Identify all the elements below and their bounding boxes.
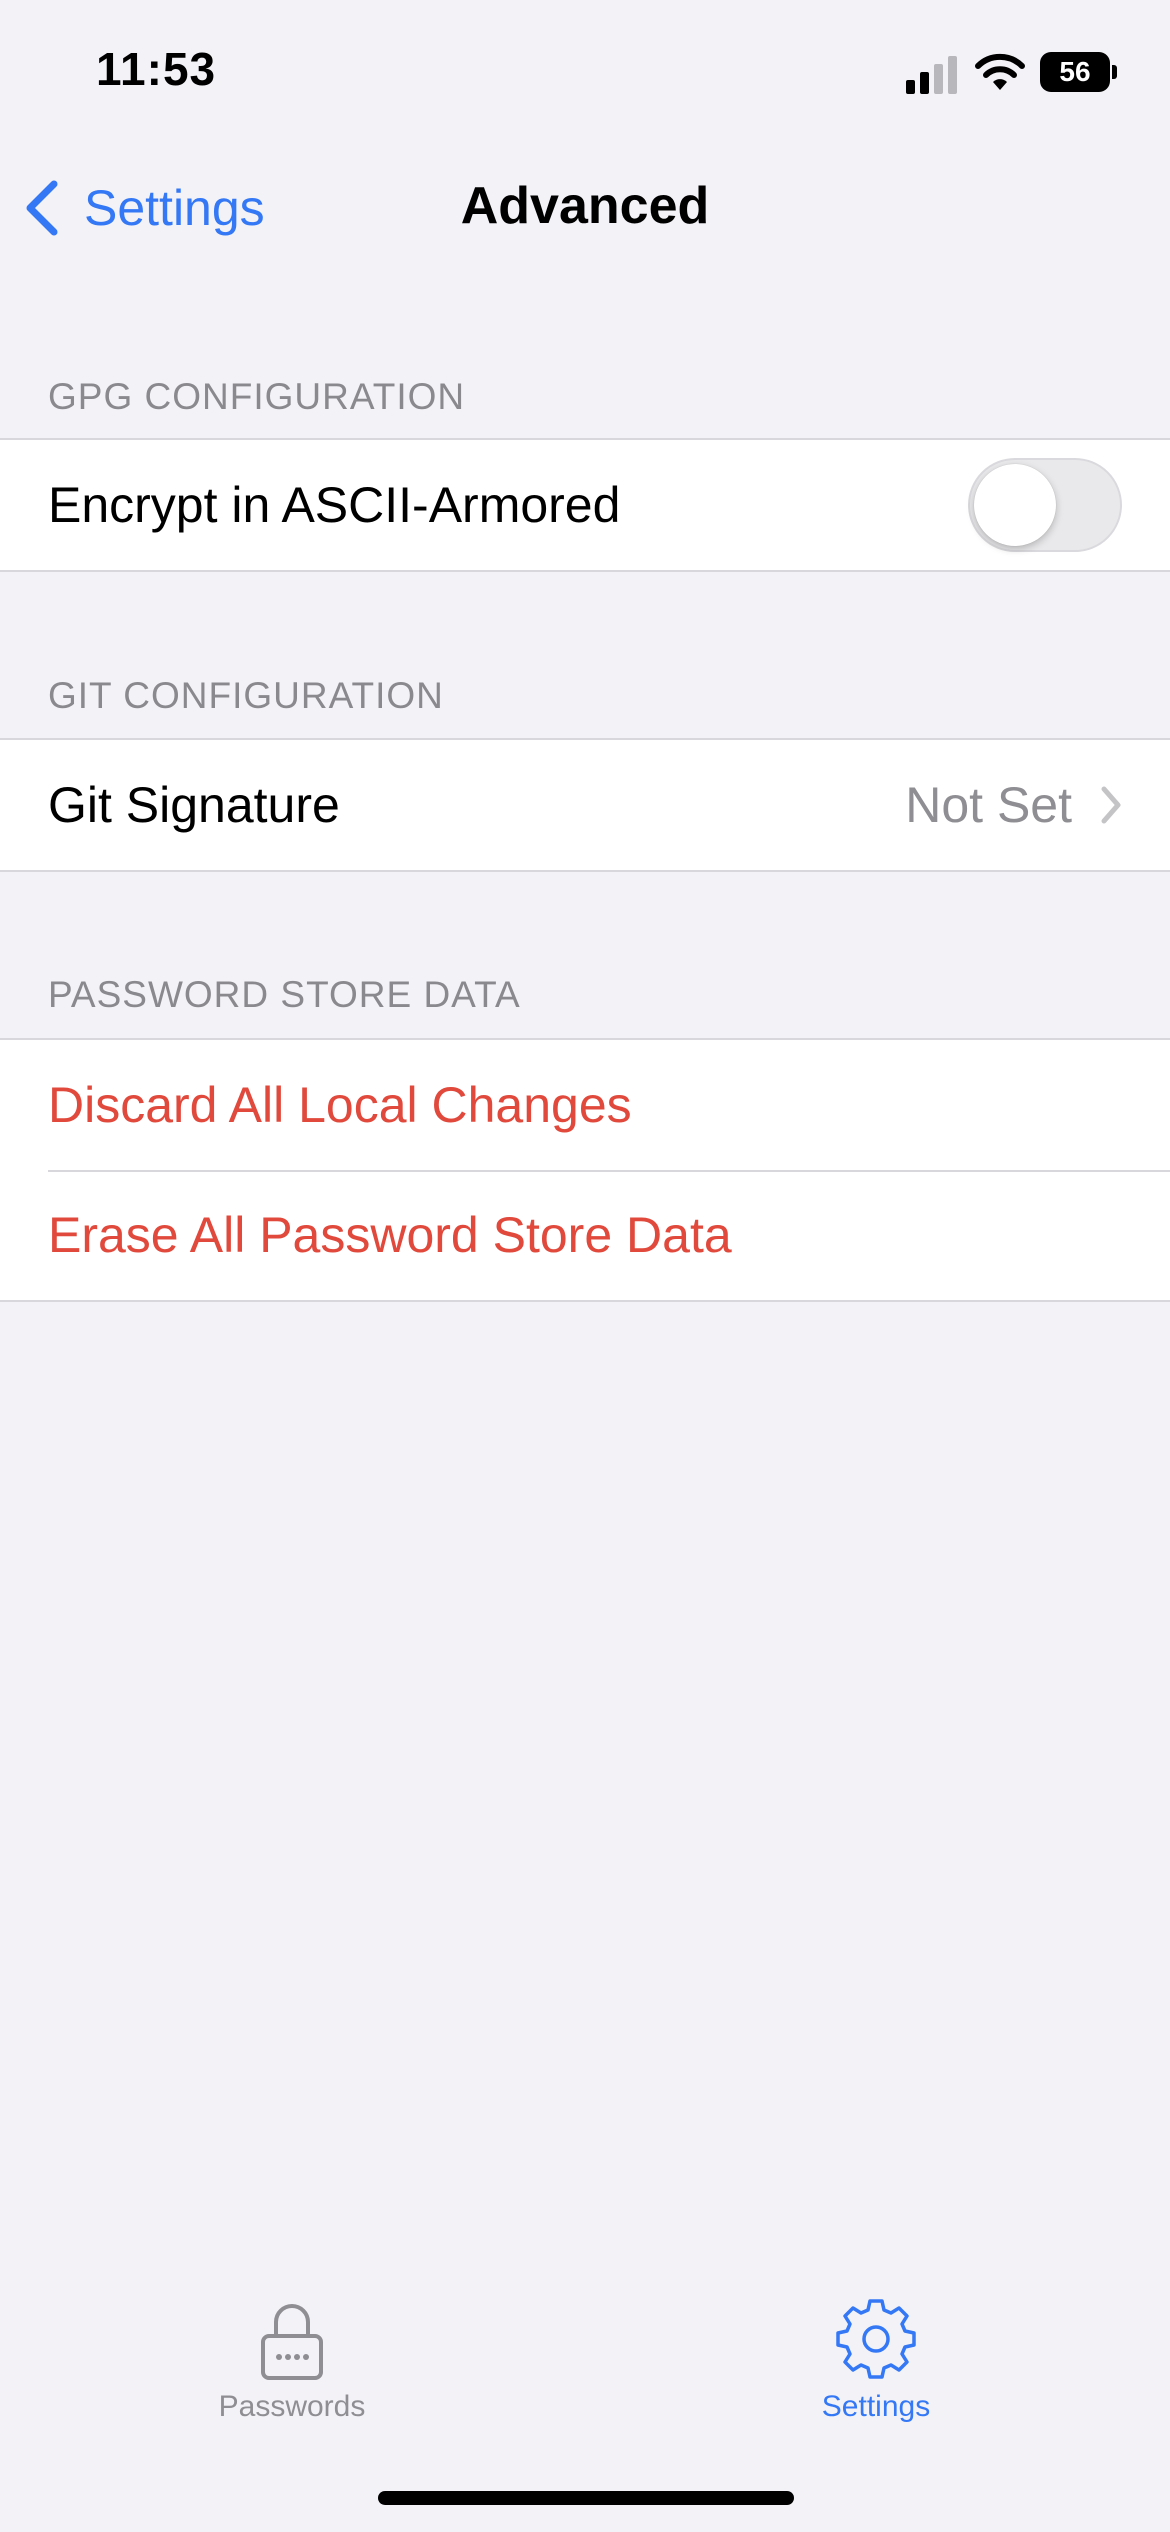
discard-local-changes-label: Discard All Local Changes <box>48 1077 632 1133</box>
home-indicator <box>378 2491 794 2505</box>
cellular-signal-icon <box>906 54 958 94</box>
tab-passwords-label: Passwords <box>218 2390 366 2423</box>
gpg-settings-group: Encrypt in ASCII-Armored <box>0 438 1170 572</box>
discard-local-changes-button[interactable]: Discard All Local Changes <box>0 1040 1170 1170</box>
row-divider <box>48 1170 1170 1172</box>
git-settings-group: Git Signature Not Set <box>0 738 1170 872</box>
status-time: 11:53 <box>96 43 217 95</box>
page-title: Advanced <box>460 177 710 235</box>
tab-settings[interactable]: Settings <box>726 2296 1026 2424</box>
chevron-right-icon <box>1101 786 1121 824</box>
erase-store-data-button[interactable]: Erase All Password Store Data <box>0 1170 1170 1300</box>
wifi-icon <box>975 53 1025 90</box>
section-header-store: PASSWORD STORE DATA <box>48 974 521 1015</box>
store-settings-group: Discard All Local Changes Erase All Pass… <box>0 1038 1170 1302</box>
ascii-armored-toggle[interactable] <box>968 458 1122 552</box>
section-header-git: GIT CONFIGURATION <box>48 675 444 716</box>
toggle-knob <box>974 464 1056 546</box>
section-header-gpg: GPG CONFIGURATION <box>48 376 466 417</box>
setting-row-ascii-armored: Encrypt in ASCII-Armored <box>0 440 1170 570</box>
battery-level: 56 <box>1040 52 1110 92</box>
git-signature-value: Not Set <box>905 777 1072 833</box>
erase-store-data-label: Erase All Password Store Data <box>48 1207 732 1263</box>
tab-passwords[interactable]: Passwords <box>142 2296 442 2424</box>
setting-row-git-signature[interactable]: Git Signature Not Set <box>0 740 1170 870</box>
battery-icon: 56 <box>1040 52 1118 92</box>
tab-settings-label: Settings <box>821 2390 931 2423</box>
lock-icon <box>261 2304 323 2380</box>
gear-icon <box>836 2299 916 2379</box>
setting-label-ascii-armored: Encrypt in ASCII-Armored <box>48 477 621 533</box>
setting-label-git-signature: Git Signature <box>48 777 340 833</box>
